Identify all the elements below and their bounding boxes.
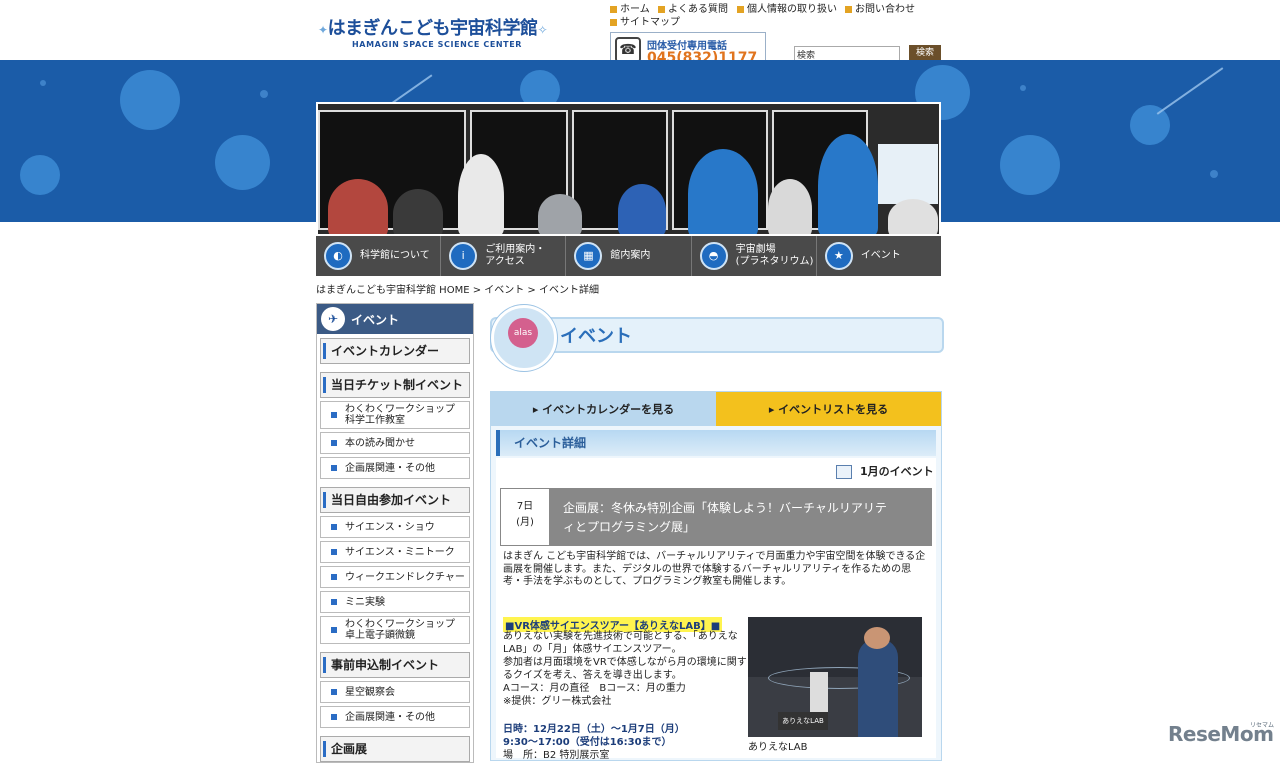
search-button[interactable]: 検索 <box>909 45 941 61</box>
nav-label: ご利用案内・ アクセス <box>485 244 546 267</box>
bullet-icon <box>845 5 852 13</box>
robot-silhouette-icon <box>1000 135 1060 195</box>
nav-floor-guide[interactable]: ▦ 館内案内 <box>566 236 692 276</box>
page-title: イベント <box>560 326 632 347</box>
sidebar-item-label: 企画展関連・その他 <box>345 711 435 723</box>
event-description: はまぎん こども宇宙科学館では、バーチャルリアリティで月面重力や宇宙空間を体験で… <box>503 551 926 587</box>
sidebar-item-exhibition-other[interactable]: 企画展関連・その他 <box>320 457 470 479</box>
site-logo[interactable]: ✦はまぎんこども宇宙科学館✧ <box>318 14 548 40</box>
bullet-icon <box>658 5 665 13</box>
info-icon: i <box>449 242 478 270</box>
nav-planetarium[interactable]: ◓ 宇宙劇場 (プラネタリウム) <box>692 236 817 276</box>
sidebar-item-label: サイエンス・ショウ <box>345 521 435 533</box>
event-day: 7日 <box>516 501 534 512</box>
sidebar-cat-exhibition[interactable]: 企画展 <box>320 736 470 762</box>
bullet-icon <box>610 5 617 13</box>
hero-photo <box>316 102 941 236</box>
top-link-contact[interactable]: お問い合わせ <box>845 0 915 15</box>
event-row: 7日 (月) 企画展：冬休み特別企画「体験しよう！バーチャルリアリティとプログラミ… <box>500 488 932 546</box>
robot-silhouette-icon <box>20 155 60 195</box>
floor-icon: ▦ <box>574 242 603 270</box>
event-title: 企画展：冬休み特別企画「体験しよう！バーチャルリアリティとプログラミング展」 <box>563 501 887 534</box>
sidebar-item-stargazing[interactable]: 星空観察会 <box>320 681 470 703</box>
sidebar-item-label: わくわくワークショップ 科学工作教室 <box>345 404 455 426</box>
sidebar-cat-reservation[interactable]: 事前申込制イベント <box>320 652 470 678</box>
month-events-link[interactable]: 1月のイベント <box>836 463 934 479</box>
sidebar-item-weekend-lecture[interactable]: ウィークエンドレクチャー <box>320 566 470 588</box>
photo-caption: ありえなLAB <box>748 742 808 753</box>
sidebar-header: ✈ イベント <box>317 304 473 334</box>
sidebar-cat-calendar[interactable]: イベントカレンダー <box>320 338 470 364</box>
top-link-privacy[interactable]: 個人情報の取り扱い <box>737 0 837 15</box>
robot-silhouette-icon <box>1130 105 1170 145</box>
top-link-sitemap[interactable]: サイトマップ <box>610 13 680 28</box>
breadcrumb[interactable]: はまぎんこども宇宙科学館 HOME > イベント > イベント詳細 <box>316 281 599 296</box>
sidebar-item-exhibition-other-2[interactable]: 企画展関連・その他 <box>320 706 470 728</box>
sidebar-item-label: 企画展関連・その他 <box>345 462 435 474</box>
logo-text-jp: はまぎんこども宇宙科学館 <box>327 18 539 39</box>
nav-about[interactable]: ◐ 科学館について <box>316 236 442 276</box>
sidebar: ✈ イベント イベントカレンダー 当日チケット制イベント わくわくワークショップ … <box>316 303 474 763</box>
sidebar-item-label: サイエンス・ミニトーク <box>345 546 455 558</box>
event-place-line: 場 所：B2 特別展示室 <box>503 750 610 761</box>
nav-event[interactable]: ★ イベント <box>817 236 941 276</box>
bullet-icon <box>610 18 617 26</box>
sparkle-icon: ✦ <box>318 23 328 37</box>
sidebar-item-workshop-microscope[interactable]: わくわくワークショップ 卓上電子顕微鏡 <box>320 616 470 644</box>
sidebar-cat-free[interactable]: 当日自由参加イベント <box>320 487 470 513</box>
rocket-icon: ✈ <box>321 307 345 331</box>
month-link-label: 1月のイベント <box>860 465 934 478</box>
photo-sign: ありえなLAB <box>778 712 828 730</box>
sidebar-item-mini-talk[interactable]: サイエンス・ミニトーク <box>320 541 470 563</box>
sidebar-item-label: ミニ実験 <box>345 596 385 608</box>
top-link-label: 個人情報の取り扱い <box>747 4 837 15</box>
sidebar-item-mini-experiment[interactable]: ミニ実験 <box>320 591 470 613</box>
vr-photo: ありえなLAB <box>748 617 922 737</box>
sidebar-item-storytelling[interactable]: 本の読み聞かせ <box>320 432 470 454</box>
logo-text-en: HAMAGIN SPACE SCIENCE CENTER <box>352 40 523 49</box>
mascot-icon: alas <box>491 305 557 371</box>
planetarium-icon: ◓ <box>699 242 728 270</box>
tab-event-calendar[interactable]: ▸ イベントカレンダーを見る <box>491 392 716 426</box>
nav-label: 科学館について <box>360 250 430 261</box>
watermark-sub: リセマム <box>1250 722 1275 729</box>
robot-silhouette-icon <box>215 135 270 190</box>
top-link-label: サイトマップ <box>620 17 680 28</box>
robot-silhouette-icon <box>120 70 180 130</box>
sidebar-item-label: 本の読み聞かせ <box>345 437 415 449</box>
subsection-body: ありえない実験を先進技術で可能とする、「ありえなLAB」の「月」体感サイエンスツ… <box>503 631 747 707</box>
sidebar-cat-ticket[interactable]: 当日チケット制イベント <box>320 372 470 398</box>
sidebar-item-label: ウィークエンドレクチャー <box>345 571 465 583</box>
mascot-face: alas <box>508 318 538 348</box>
sidebar-item-label: 星空観察会 <box>345 686 395 698</box>
sidebar-item-workshop-craft[interactable]: わくわくワークショップ 科学工作教室 <box>320 401 470 429</box>
bullet-icon <box>737 5 744 13</box>
event-date: 7日 (月) <box>501 489 549 545</box>
nav-label: 館内案内 <box>610 250 651 261</box>
calendar-icon <box>836 465 852 479</box>
nav-label: イベント <box>860 250 901 261</box>
section-heading: イベント詳細 <box>496 430 936 456</box>
sidebar-item-science-show[interactable]: サイエンス・ショウ <box>320 516 470 538</box>
main-nav: ◐ 科学館について i ご利用案内・ アクセス ▦ 館内案内 ◓ 宇宙劇場 (プラネタリ… <box>316 236 941 276</box>
sparkle-icon: ✧ <box>537 23 548 37</box>
event-weekday: (月) <box>516 517 534 528</box>
nav-label: 宇宙劇場 (プラネタリウム) <box>735 244 814 267</box>
sidebar-title: イベント <box>351 312 400 327</box>
page-title-bar <box>490 317 944 353</box>
planet-icon: ◐ <box>324 242 352 270</box>
event-icon: ★ <box>824 242 853 270</box>
sidebar-item-label: わくわくワークショップ 卓上電子顕微鏡 <box>345 619 455 641</box>
nav-access[interactable]: i ご利用案内・ アクセス <box>441 236 567 276</box>
tab-event-list[interactable]: ▸ イベントリストを見る <box>716 392 941 426</box>
top-link-label: お問い合わせ <box>855 4 915 15</box>
